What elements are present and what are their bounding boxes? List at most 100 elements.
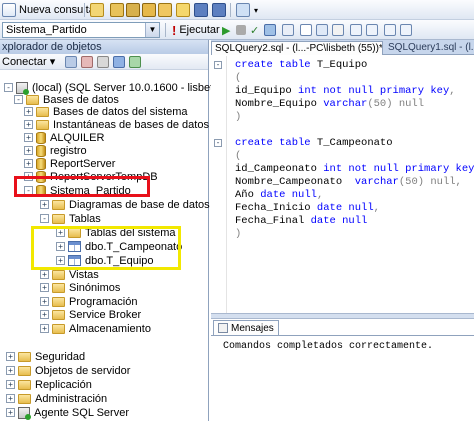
expand-icon[interactable]: + [40, 270, 49, 279]
tree-node-label: Service Broker [69, 308, 142, 321]
tree-node-label: Agente SQL Server [34, 406, 129, 419]
database-engine-query-button[interactable] [110, 2, 124, 18]
tree-node[interactable]: + ReportServer [24, 157, 115, 170]
tree-node[interactable]: + Sinónimos [40, 281, 120, 294]
tab-messages[interactable]: Mensajes [213, 320, 279, 335]
available-databases-select[interactable]: Sistema_Partido ▼ [2, 22, 160, 38]
tree-node[interactable]: + Bases de datos del sistema [24, 105, 188, 118]
tree-node[interactable]: + Diagramas de base de datos [40, 198, 210, 211]
tab-sqlquery2[interactable]: SQLQuery2.sql - (l...-PC\lisbeth (55))* [211, 41, 383, 55]
query-options-button[interactable] [282, 22, 294, 38]
code-token: Año [235, 189, 261, 201]
folder-icon [18, 379, 31, 390]
tree-node[interactable]: + Agente SQL Server [6, 406, 129, 420]
code-line: create table T_Campeonato [235, 137, 393, 150]
stop-icon[interactable] [97, 55, 110, 68]
expand-icon[interactable]: + [24, 107, 33, 116]
tree-node[interactable]: + Administración [6, 392, 107, 405]
open-file-button[interactable] [90, 2, 104, 18]
results-splitter[interactable] [211, 313, 474, 319]
comment-button[interactable] [350, 22, 362, 38]
code-token: Fecha_Final [235, 215, 311, 227]
check-icon: ✓ [250, 24, 260, 37]
query-editor[interactable]: create table T_Equipo(id_Equipo int not … [211, 56, 474, 313]
tree-node-label: Administración [35, 392, 108, 405]
tree-node-label: Almacenamiento [69, 322, 151, 335]
expand-icon[interactable]: + [6, 352, 15, 361]
code-line: Fecha_Inicio date null, [235, 202, 380, 215]
parse-button[interactable]: ✓ [250, 22, 259, 38]
activity-monitor-button[interactable] [236, 2, 250, 18]
folder-icon [18, 351, 31, 362]
expand-icon[interactable]: + [40, 200, 49, 209]
execution-plan-icon [264, 24, 276, 36]
expand-icon[interactable]: + [6, 408, 15, 417]
connect-dropdown[interactable]: Conectar ▾ [2, 55, 55, 68]
save-button[interactable] [194, 2, 208, 18]
open-folder-button[interactable] [176, 2, 190, 18]
tree-node[interactable]: + Objetos de servidor [6, 364, 130, 377]
code-token: Nombre_Equipo [235, 98, 324, 110]
tree-node[interactable]: + registro [24, 144, 87, 157]
debug-button[interactable]: ▶ [222, 22, 230, 38]
code-token: T_Equipo [316, 59, 368, 71]
xmla-query-button[interactable] [158, 2, 172, 18]
folder-icon [26, 94, 39, 105]
editor-gutter [211, 56, 227, 313]
tree-node[interactable]: - Tablas [40, 212, 101, 225]
document-tabs: SQLQuery2.sql - (l...-PC\lisbeth (55))* … [211, 40, 474, 55]
expand-icon[interactable]: + [40, 283, 49, 292]
collapse-icon[interactable]: - [40, 214, 49, 223]
decrease-indent-button[interactable] [384, 22, 396, 38]
increase-indent-button[interactable] [400, 22, 412, 38]
stop-button[interactable] [236, 22, 246, 38]
expand-icon[interactable]: + [6, 380, 15, 389]
refresh-icon[interactable] [129, 55, 142, 68]
save-all-button[interactable] [212, 2, 226, 18]
analysis-query-button[interactable] [126, 2, 140, 18]
filter-icon[interactable] [113, 55, 126, 68]
toolbar-options-button[interactable]: ▾ [254, 2, 258, 18]
tree-node[interactable]: + ALQUILER [24, 131, 104, 144]
expand-icon[interactable]: + [24, 159, 33, 168]
chevron-down-icon[interactable]: ▼ [145, 23, 159, 37]
connect-icon[interactable] [65, 55, 78, 68]
uncomment-button[interactable] [366, 22, 378, 38]
code-token: date null [260, 189, 317, 201]
code-token: (50) null [367, 98, 425, 110]
collapse-region-icon[interactable]: - [214, 61, 222, 69]
expand-icon[interactable]: + [24, 133, 33, 142]
code-token: int not null primary key [323, 163, 474, 175]
expand-icon[interactable]: + [6, 366, 15, 375]
folder-icon [18, 393, 31, 404]
tree-node[interactable]: + Programación [40, 295, 137, 308]
code-line: id_Campeonato int not null primary key, [235, 163, 474, 176]
database-icon [36, 144, 46, 157]
results-to-grid-button[interactable] [316, 22, 328, 38]
disconnect-icon[interactable] [81, 55, 94, 68]
collapse-region-icon[interactable]: - [214, 139, 222, 147]
execute-button[interactable]: ! Ejecutar [172, 22, 220, 38]
tree-node[interactable]: + Replicación [6, 378, 92, 391]
results-to-text-button[interactable] [300, 22, 312, 38]
expand-icon[interactable]: + [24, 120, 33, 129]
results-text-icon [300, 24, 312, 36]
tab-sqlquery1[interactable]: SQLQuery1.sql - (l...-PC [385, 41, 474, 55]
display-plan-button[interactable] [264, 22, 276, 38]
expand-icon[interactable]: + [40, 297, 49, 306]
results-to-file-button[interactable] [332, 22, 344, 38]
new-query-button[interactable]: Nueva consulta [2, 2, 95, 18]
tree-node[interactable]: + Seguridad [6, 350, 85, 363]
expand-icon[interactable]: + [40, 324, 49, 333]
collapse-icon[interactable]: - [14, 95, 23, 104]
tree-node[interactable]: + Instantáneas de bases de datos [24, 118, 209, 131]
save-all-icon [212, 3, 226, 17]
folder-icon [52, 282, 65, 293]
expand-icon[interactable]: + [24, 146, 33, 155]
tree-node[interactable]: + Service Broker [40, 308, 141, 321]
tree-node[interactable]: + Almacenamiento [40, 322, 151, 335]
expand-icon[interactable]: + [6, 394, 15, 403]
mdx-query-button[interactable] [142, 2, 156, 18]
collapse-icon[interactable]: - [4, 83, 13, 92]
expand-icon[interactable]: + [40, 310, 49, 319]
